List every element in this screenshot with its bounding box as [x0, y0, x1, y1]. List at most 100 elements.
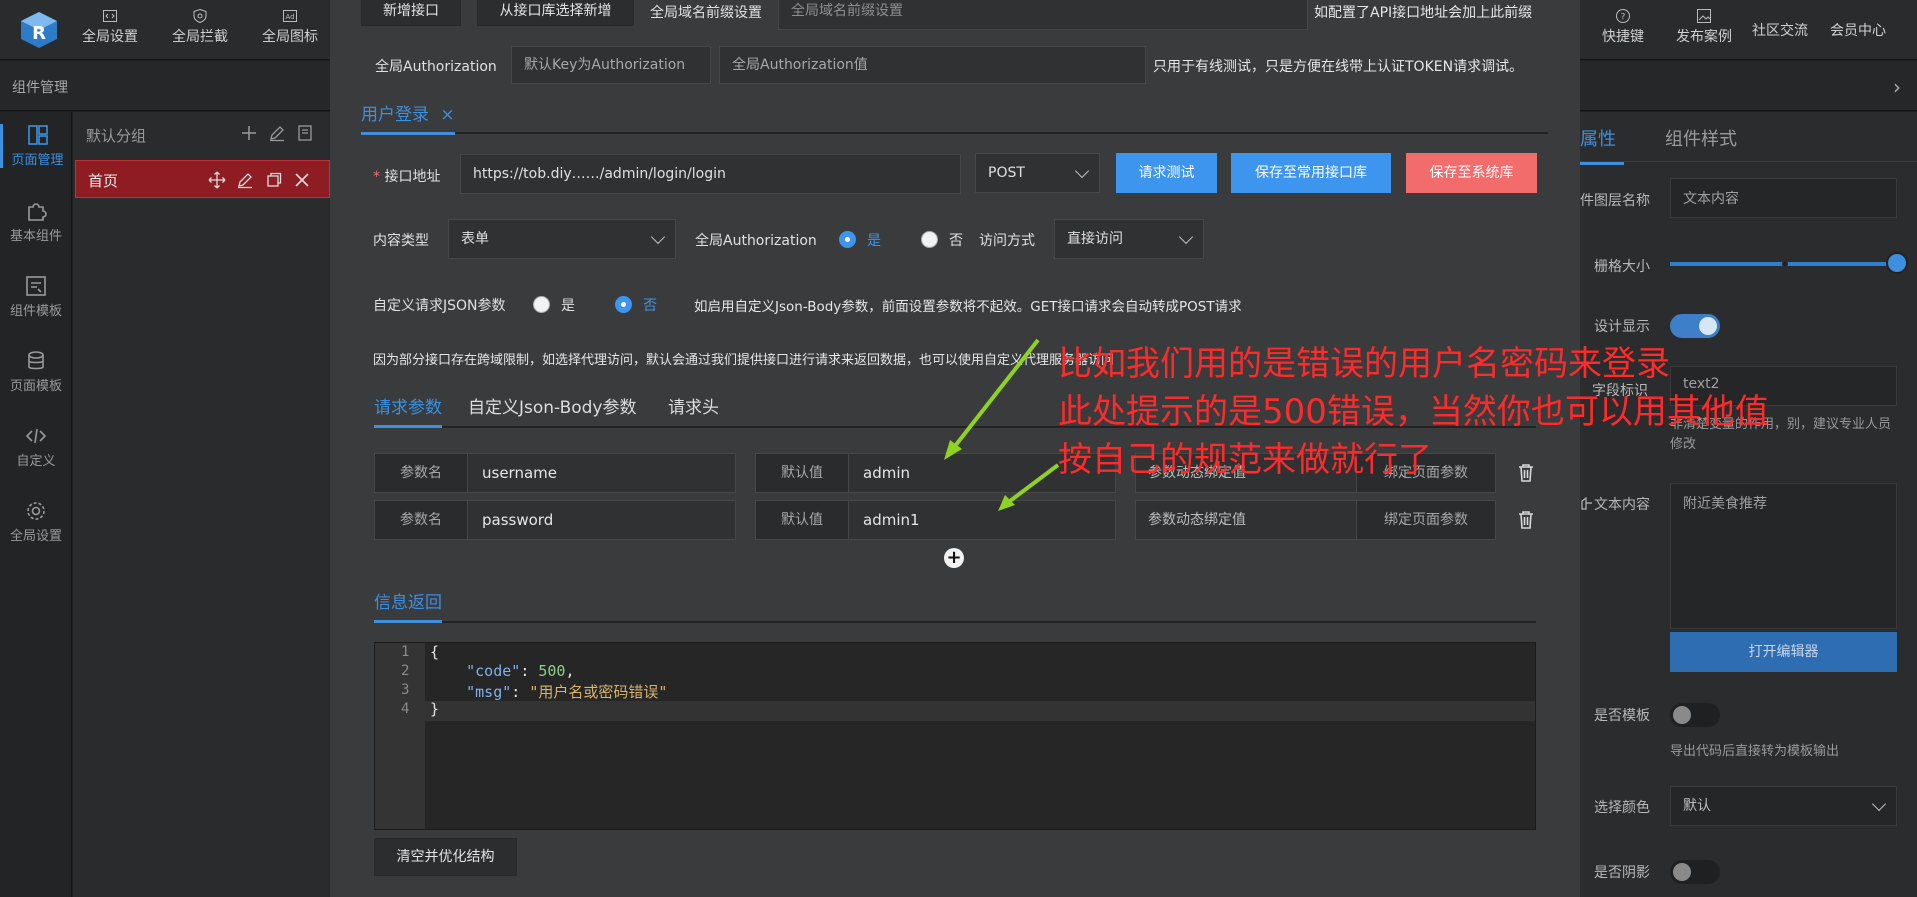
method-value: POST [988, 165, 1025, 181]
chevron-right-icon[interactable]: › [1893, 75, 1901, 99]
code-key: "msg" [466, 683, 512, 701]
tab-underline [374, 620, 442, 623]
global-settings-label: 全局设置 [82, 29, 138, 45]
chevron-down-icon [650, 229, 666, 245]
global-icons-menu[interactable]: Ad 全局图标 [262, 8, 318, 46]
component-manager-title: 组件管理 [12, 80, 68, 96]
response-tab-divider [374, 621, 1536, 623]
save-common-library-button[interactable]: 保存至常用接口库 [1231, 153, 1391, 193]
add-param-button[interactable]: + [944, 548, 964, 568]
clear-optimize-button[interactable]: 清空并优化结构 [374, 838, 517, 876]
is-template-toggle[interactable] [1670, 703, 1720, 727]
request-test-button[interactable]: 请求测试 [1116, 153, 1217, 193]
api-url-label: * 接口地址 [373, 166, 440, 186]
move-icon[interactable] [208, 171, 226, 189]
new-api-button[interactable]: 新增接口 [361, 0, 461, 26]
tab-component-style[interactable]: 组件样式 [1665, 125, 1737, 151]
response-code-editor[interactable]: 1 2 3 4 { "code": 500, "msg": "用户名或密码错误"… [374, 642, 1536, 830]
member-center-link[interactable]: 会员中心 [1830, 20, 1886, 40]
json-yes-label: 是 [561, 298, 575, 314]
member-center-label: 会员中心 [1830, 23, 1886, 39]
tab-user-login[interactable]: 用户登录 × [361, 100, 455, 135]
tab-custom-json-body[interactable]: 自定义Json-Body参数 [468, 393, 637, 418]
global-settings-menu[interactable]: 全局设置 [82, 8, 138, 46]
text-content-textarea[interactable]: 附近美食推荐 [1670, 483, 1897, 629]
delete-icon[interactable] [1517, 510, 1535, 530]
app-logo[interactable]: R [18, 10, 60, 50]
picture-icon [1697, 9, 1711, 23]
api-url-input[interactable]: https://tob.diy……/admin/login/login [460, 154, 961, 194]
code-icon [25, 428, 47, 444]
is-template-label: 是否模板 [1594, 708, 1650, 724]
export-icon[interactable] [297, 124, 315, 142]
param-default-prefix: 默认值 [756, 454, 849, 492]
save-system-library-button[interactable]: 保存至系统库 [1406, 153, 1537, 193]
slider-stop [1782, 261, 1788, 267]
tab-request-params[interactable]: 请求参数 [374, 393, 442, 428]
open-editor-button[interactable]: 打开编辑器 [1670, 632, 1897, 672]
global-intercept-label: 全局拦截 [172, 29, 228, 45]
rail-item-page-manage[interactable]: 页面管理 [0, 124, 72, 168]
auth-value-input[interactable]: 全局Authorization值 [719, 46, 1146, 84]
code-line: { [430, 643, 439, 661]
rail-item-custom[interactable]: 自定义 [0, 425, 72, 469]
select-color-dropdown[interactable]: 默认 [1670, 786, 1897, 826]
selected-color: 默认 [1683, 798, 1711, 814]
content-type-label: 内容类型 [373, 233, 429, 249]
code-line: "msg": "用户名或密码错误" [466, 683, 668, 701]
design-display-toggle[interactable] [1670, 314, 1720, 338]
shortcut-label: 快捷键 [1602, 29, 1644, 45]
tab-properties[interactable]: 属性 [1580, 125, 1624, 165]
access-mode-dropdown[interactable]: 直接访问 [1054, 219, 1204, 259]
line-number-gutter [375, 643, 425, 829]
param-bind-field[interactable]: 参数动态绑定值 绑定页面参数 [1135, 500, 1496, 540]
global-icons-label: 全局图标 [262, 29, 318, 45]
layer-name-input[interactable]: 文本内容 [1670, 178, 1897, 218]
param-name-prefix: 参数名 [375, 501, 468, 539]
edit-icon[interactable] [268, 124, 286, 142]
domain-prefix-input[interactable]: 全局域名前缀设置 [778, 0, 1308, 30]
tab-request-headers[interactable]: 请求头 [668, 393, 719, 418]
param-default-value: admin [863, 464, 910, 482]
tab-user-login-label: 用户登录 [361, 105, 429, 125]
json-yes-radio[interactable] [533, 296, 550, 313]
param-name-field[interactable]: 参数名 password [374, 500, 736, 540]
auth-no-radio[interactable] [921, 231, 938, 248]
tab-underline [361, 132, 455, 135]
global-intercept-menu[interactable]: 全局拦截 [172, 8, 228, 46]
rail-item-component-templates[interactable]: 组件模板 [0, 275, 72, 319]
content-type-dropdown[interactable]: 表单 [448, 219, 676, 259]
text-content-label: 文本内容 [1580, 494, 1650, 514]
add-icon[interactable] [240, 124, 258, 142]
auth-key-input[interactable]: 默认Key为Authorization [511, 46, 711, 84]
select-from-library-button[interactable]: 从接口库选择新增 [477, 0, 634, 26]
edit-icon[interactable] [236, 171, 254, 189]
tab-response[interactable]: 信息返回 [374, 588, 442, 623]
grid-size-slider-handle[interactable] [1886, 252, 1908, 274]
page-item-home[interactable]: 首页 [75, 160, 330, 198]
auth-yes-radio[interactable] [839, 231, 856, 248]
rail-item-basic-components[interactable]: 基本组件 [0, 200, 72, 244]
rail-item-page-templates[interactable]: 页面模板 [0, 350, 72, 394]
param-bind-placeholder: 参数动态绑定值 [1148, 512, 1246, 528]
close-icon[interactable]: × [440, 105, 454, 125]
shortcut-menu[interactable]: ? 快捷键 [1602, 8, 1644, 46]
json-no-radio[interactable] [615, 296, 632, 313]
tab-response-label: 信息返回 [374, 593, 442, 613]
copy-icon[interactable] [265, 171, 283, 189]
line-number: 4 [401, 701, 410, 717]
rail-item-global-settings[interactable]: 全局设置 [0, 500, 72, 544]
group-tools [240, 124, 315, 146]
param-name-field[interactable]: 参数名 username [374, 453, 736, 493]
line-number: 2 [401, 663, 410, 679]
auth-no-label: 否 [949, 233, 963, 249]
publish-case-menu[interactable]: 发布案例 [1676, 8, 1732, 46]
design-display-label: 设计显示 [1594, 319, 1650, 335]
close-icon[interactable] [293, 171, 311, 189]
method-dropdown[interactable]: POST [975, 153, 1100, 193]
community-link[interactable]: 社区交流 [1752, 20, 1808, 40]
shadow-toggle[interactable] [1670, 860, 1720, 884]
page-tools [208, 171, 311, 193]
bind-page-param-button[interactable]: 绑定页面参数 [1356, 501, 1495, 539]
delete-icon[interactable] [1517, 463, 1535, 483]
